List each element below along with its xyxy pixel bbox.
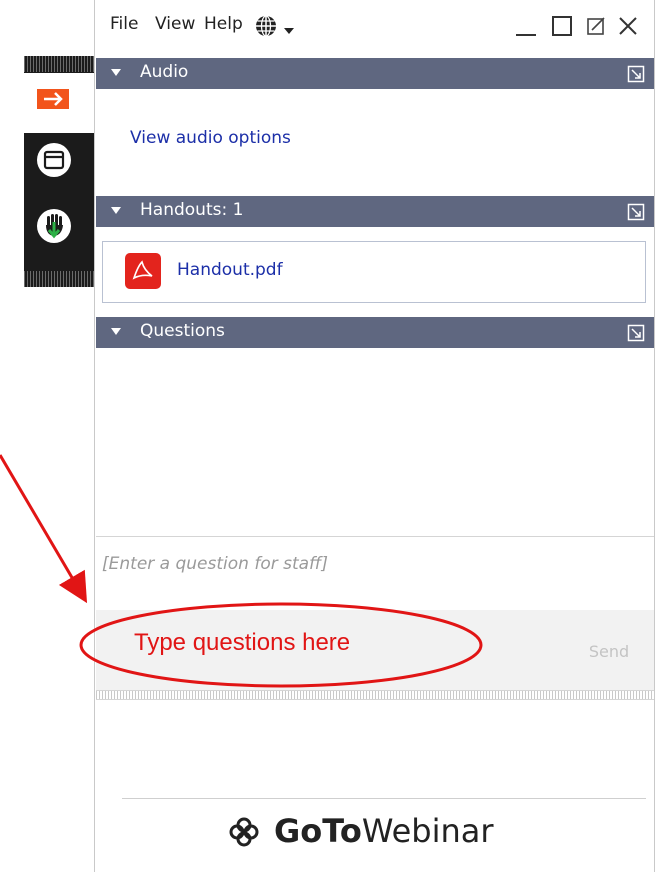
annotation-overlay bbox=[0, 454, 483, 688]
annotation-text: Type questions here bbox=[134, 629, 351, 656]
annotation-arrow bbox=[0, 454, 88, 604]
